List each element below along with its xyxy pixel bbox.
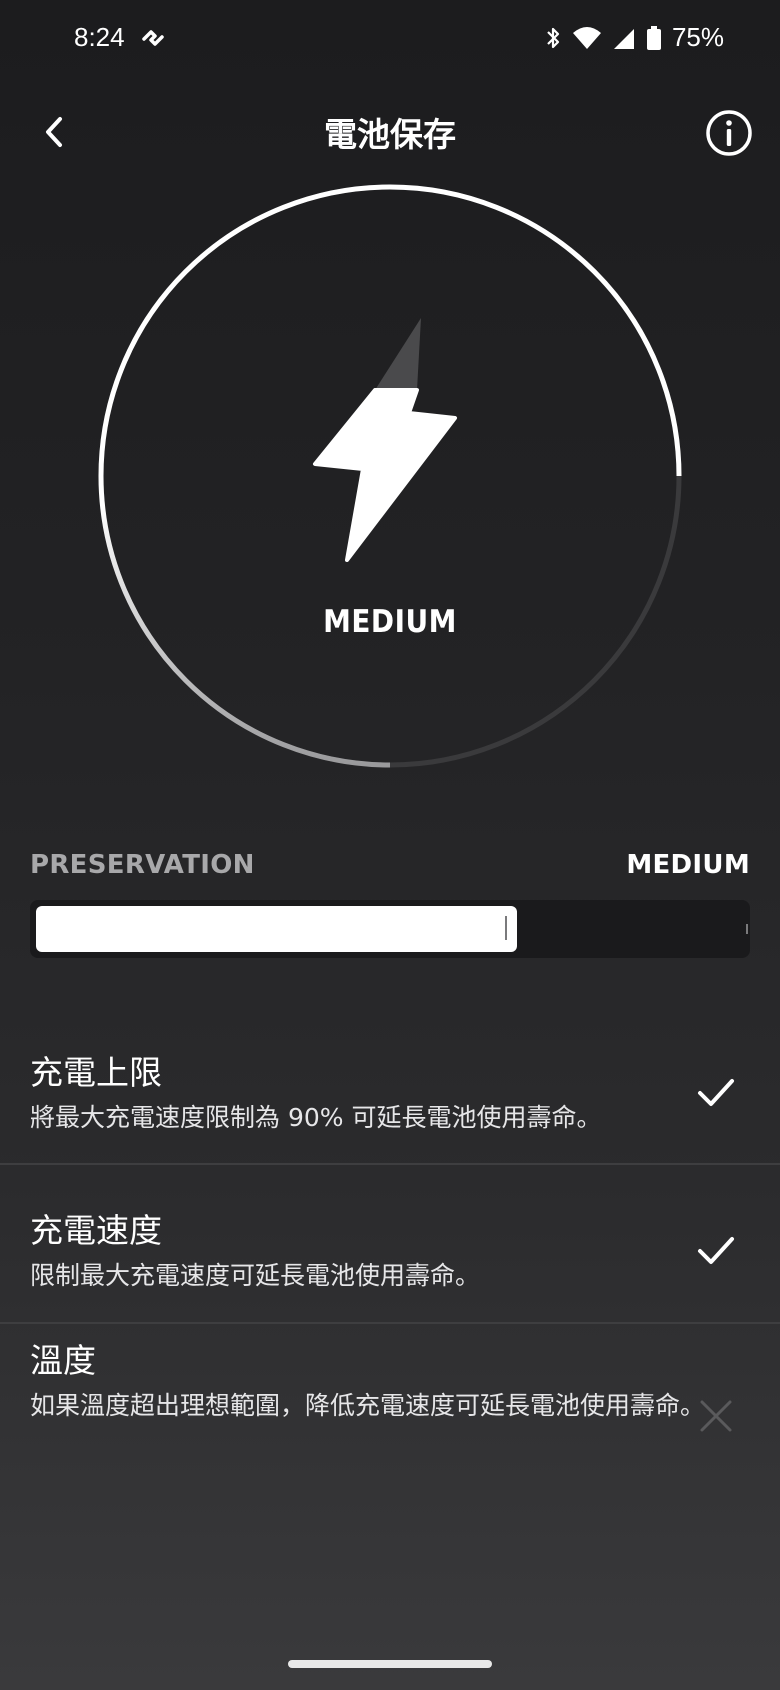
- bluetooth-icon: [547, 27, 560, 48]
- preservation-gauge: [98, 184, 682, 768]
- status-bar: 8:24 75%: [0, 0, 780, 80]
- setting-description: 如果溫度超出理想範圍，降低充電速度可延長電池使用壽命。: [30, 1391, 706, 1420]
- checkmark-icon: [698, 1237, 734, 1264]
- page-title: 電池保存: [324, 115, 456, 154]
- close-icon: [700, 1400, 732, 1432]
- home-indicator[interactable]: [288, 1660, 492, 1668]
- setting-description: 限制最大充電速度可延長電池使用壽命。: [30, 1261, 481, 1290]
- gauge-level-label: MEDIUM: [323, 604, 457, 640]
- info-icon: [706, 110, 752, 156]
- preservation-slider[interactable]: [30, 900, 750, 958]
- preservation-value: MEDIUM: [626, 850, 750, 880]
- setting-charge-speed[interactable]: 充電速度 限制最大充電速度可延長電池使用壽命。: [0, 1198, 780, 1318]
- checkmark-icon: [698, 1079, 734, 1106]
- lightning-bolt-icon: [313, 318, 457, 562]
- divider: [0, 1322, 780, 1324]
- setting-description: 將最大充電速度限制為 90% 可延長電池使用壽命。: [30, 1103, 602, 1132]
- divider: [0, 1163, 780, 1165]
- app-notification-icon: [142, 30, 164, 46]
- slider-handle[interactable]: [505, 916, 507, 940]
- status-time: 8:24: [74, 22, 125, 52]
- setting-charge-limit[interactable]: 充電上限 將最大充電速度限制為 90% 可延長電池使用壽命。: [0, 1040, 780, 1160]
- wifi-icon: [572, 26, 601, 49]
- cell-signal-icon: [613, 28, 634, 49]
- setting-title: 充電上限: [30, 1053, 162, 1092]
- setting-title: 溫度: [30, 1341, 96, 1380]
- slider-fill: [36, 906, 517, 952]
- status-icons: 75%: [544, 22, 724, 53]
- battery-percent: 75%: [671, 22, 724, 52]
- preservation-label: PRESERVATION: [30, 850, 255, 880]
- info-button[interactable]: [704, 108, 754, 158]
- setting-temperature[interactable]: 溫度 如果溫度超出理想範圍，降低充電速度可延長電池使用壽命。: [0, 1334, 780, 1464]
- slider-end-tick: [746, 924, 748, 934]
- battery-icon: [646, 25, 661, 50]
- setting-title: 充電速度: [30, 1211, 162, 1250]
